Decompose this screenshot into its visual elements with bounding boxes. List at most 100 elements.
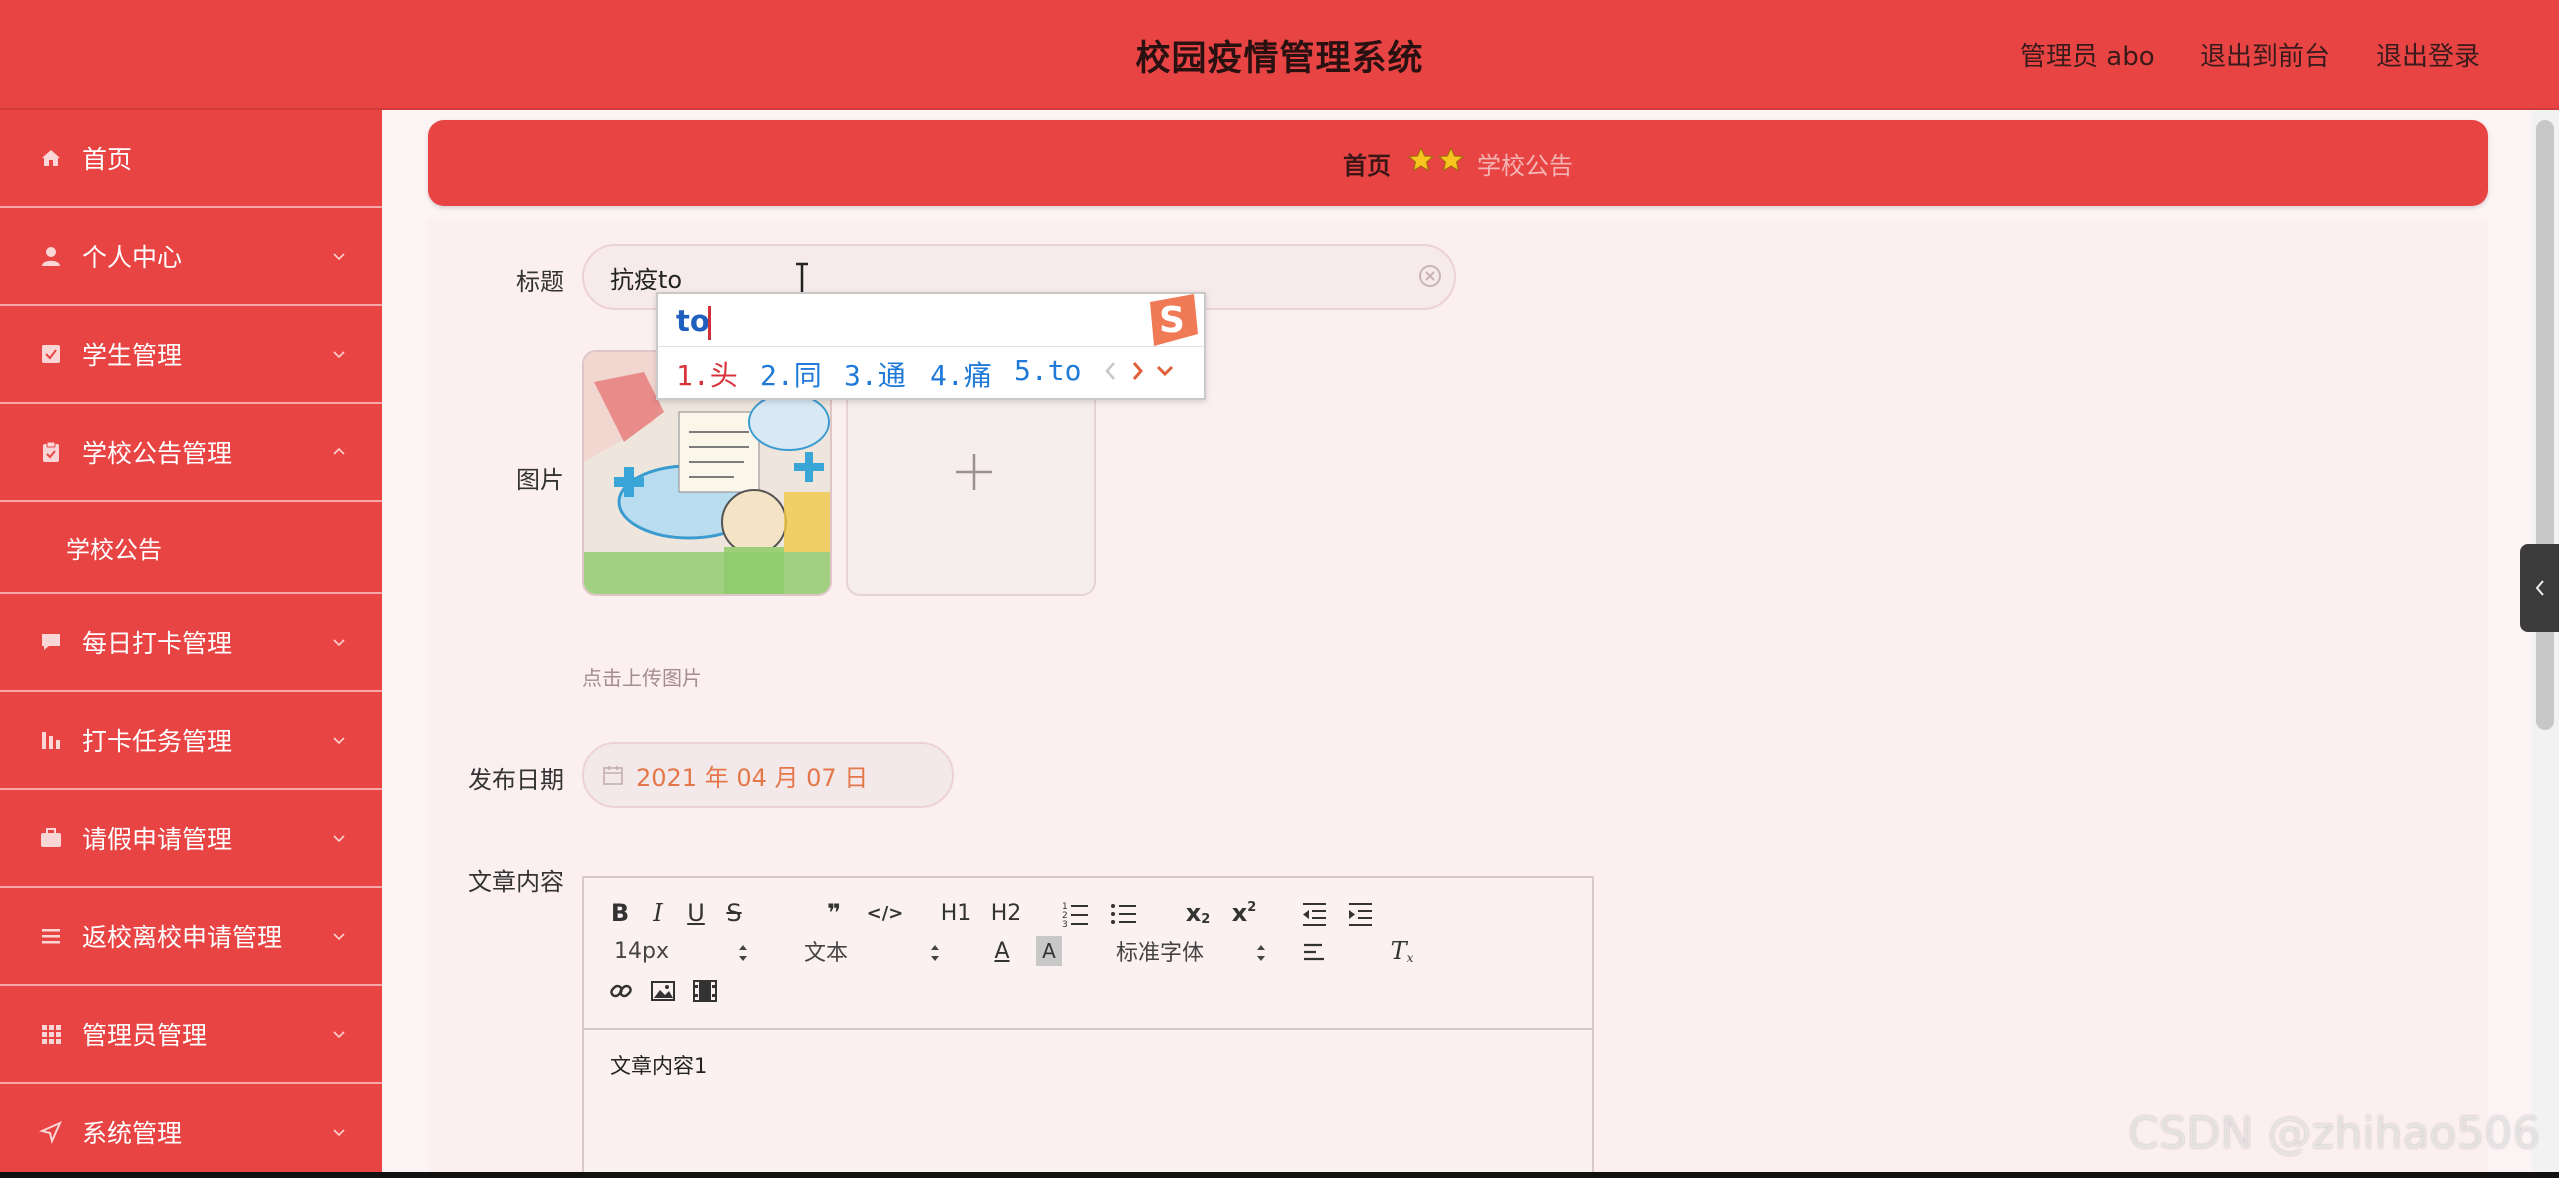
bullet-list-icon[interactable]	[1110, 898, 1138, 928]
font-family-select-arrows-icon	[1257, 945, 1265, 961]
bold-button[interactable]: B	[608, 898, 632, 928]
sidebar-item-school-notice-management[interactable]: 学校公告管理	[0, 404, 382, 502]
editor-toolbar: B I U S ❞ </> H1 H2 123 x2 x2 14px 文本 A …	[584, 878, 1592, 1030]
link-icon[interactable]	[608, 976, 634, 1006]
send-icon	[38, 1119, 64, 1145]
rich-text-editor: B I U S ❞ </> H1 H2 123 x2 x2 14px 文本 A …	[582, 876, 1594, 1172]
sidebar-item-label: 学校公告	[66, 535, 162, 564]
user-icon	[38, 243, 64, 269]
sidebar: 首页 个人中心 学生管理 学校公告管理 学校公告 每日打卡管理 打卡任务管理 请…	[0, 110, 382, 1172]
underline-button[interactable]: U	[684, 898, 708, 928]
home-icon	[38, 145, 64, 171]
clear-icon[interactable]	[1416, 262, 1444, 290]
font-size-select[interactable]: 14px	[614, 936, 669, 966]
ime-separator	[658, 346, 1204, 347]
star-separator-icon	[1407, 145, 1467, 181]
chevron-down-icon	[333, 835, 345, 843]
exit-to-frontend-link[interactable]: 退出到前台	[2200, 36, 2330, 73]
article-content-label: 文章内容	[468, 868, 564, 896]
sidebar-item-label: 每日打卡管理	[82, 629, 233, 658]
sidebar-item-label: 学生管理	[82, 341, 183, 370]
ordered-list-icon[interactable]: 123	[1062, 898, 1090, 928]
ime-prev-page-icon[interactable]	[1100, 358, 1122, 384]
ime-candidate-3[interactable]: 3.通	[844, 354, 906, 394]
bar-chart-icon	[38, 727, 64, 753]
video-icon[interactable]	[692, 976, 718, 1006]
clear-format-button[interactable]: Tx	[1388, 936, 1416, 966]
upload-hint: 点击上传图片	[582, 666, 702, 690]
ime-composition-text: to	[676, 304, 710, 338]
ime-candidate-5[interactable]: 5.to	[1014, 354, 1081, 387]
chevron-down-icon	[333, 639, 345, 647]
admin-user-link[interactable]: 管理员 abo	[2020, 36, 2155, 73]
align-icon[interactable]	[1302, 938, 1328, 968]
italic-button[interactable]: I	[646, 898, 670, 928]
background-color-button[interactable]: A	[1036, 936, 1062, 966]
plus-icon	[956, 454, 992, 490]
ime-expand-icon[interactable]	[1154, 358, 1176, 384]
ime-candidate-2[interactable]: 2.同	[760, 354, 822, 394]
sidebar-subitem-school-notice[interactable]: 学校公告	[0, 502, 382, 594]
ime-candidate-4[interactable]: 4.痛	[930, 354, 992, 394]
ime-next-page-icon[interactable]	[1126, 358, 1148, 384]
breadcrumb-home[interactable]: 首页	[1343, 146, 1391, 181]
sidebar-item-label: 打卡任务管理	[82, 727, 233, 756]
publish-date-picker[interactable]: 2021 年 04 月 07 日	[582, 742, 954, 808]
sidebar-item-admin-management[interactable]: 管理员管理	[0, 986, 382, 1084]
code-block-icon[interactable]: </>	[867, 898, 904, 928]
chevron-down-icon	[333, 1129, 345, 1137]
breadcrumb: 首页 学校公告	[428, 120, 2488, 206]
sidebar-item-label: 请假申请管理	[82, 825, 233, 854]
chevron-up-icon	[333, 447, 345, 455]
heading2-button[interactable]: H2	[988, 898, 1024, 928]
scrollbar-thumb[interactable]	[2536, 120, 2554, 730]
indent-icon[interactable]	[1346, 898, 1374, 928]
sidebar-item-daily-checkin-management[interactable]: 每日打卡管理	[0, 594, 382, 692]
chevron-down-icon	[333, 1031, 345, 1039]
chevron-down-icon	[333, 737, 345, 745]
svg-text:3: 3	[1062, 920, 1068, 928]
text-color-button[interactable]: A	[990, 936, 1014, 966]
font-size-select-arrows-icon	[739, 945, 747, 961]
editor-content[interactable]: 文章内容1	[610, 1050, 707, 1080]
sidebar-item-return-leave-school-management[interactable]: 返校离校申请管理	[0, 888, 382, 986]
subscript-button[interactable]: x2	[1182, 898, 1214, 928]
sidebar-item-leave-application-management[interactable]: 请假申请管理	[0, 790, 382, 888]
sidebar-item-home[interactable]: 首页	[0, 110, 382, 208]
image-label: 图片	[516, 466, 564, 494]
sidebar-item-label: 个人中心	[82, 243, 183, 272]
watermark: CSDN @zhihao506	[2128, 1108, 2541, 1159]
ime-candidate-popup: to S 1.头 2.同 3.通 4.痛 5.to	[656, 292, 1206, 400]
briefcase-icon	[38, 825, 64, 851]
sidebar-item-label: 学校公告管理	[82, 439, 233, 468]
sidebar-item-system-management[interactable]: 系统管理	[0, 1084, 382, 1172]
sidebar-item-label: 系统管理	[82, 1119, 183, 1148]
sidebar-item-label: 返校离校申请管理	[82, 923, 283, 952]
block-type-select-arrows-icon	[931, 945, 939, 961]
outdent-icon[interactable]	[1300, 898, 1328, 928]
grid-icon	[38, 1021, 64, 1047]
blockquote-icon[interactable]: ❞	[820, 898, 848, 928]
sidebar-item-student-management[interactable]: 学生管理	[0, 306, 382, 404]
sidebar-item-personal-center[interactable]: 个人中心	[0, 208, 382, 306]
publish-date-value: 2021 年 04 月 07 日	[636, 763, 869, 792]
strike-button[interactable]: S	[722, 898, 746, 928]
sidebar-item-label: 管理员管理	[82, 1021, 208, 1050]
heading1-button[interactable]: H1	[938, 898, 974, 928]
chevron-left-icon	[2535, 580, 2544, 596]
top-header: 校园疫情管理系统 管理员 abo 退出到前台 退出登录	[0, 0, 2559, 110]
chevron-down-icon	[333, 933, 345, 941]
logout-link[interactable]: 退出登录	[2376, 36, 2480, 73]
sidebar-item-checkin-task-management[interactable]: 打卡任务管理	[0, 692, 382, 790]
block-type-select[interactable]: 文本	[804, 936, 848, 966]
clipboard-icon	[38, 439, 64, 465]
ime-caret	[708, 306, 711, 340]
publish-date-label: 发布日期	[468, 766, 564, 794]
font-family-select[interactable]: 标准字体	[1116, 936, 1204, 966]
image-icon[interactable]	[650, 976, 676, 1006]
superscript-button[interactable]: x2	[1228, 898, 1260, 928]
checkbox-icon	[38, 341, 64, 367]
side-panel-toggle[interactable]	[2520, 544, 2559, 632]
ime-candidate-1[interactable]: 1.头	[676, 354, 738, 394]
breadcrumb-current: 学校公告	[1477, 151, 1573, 180]
